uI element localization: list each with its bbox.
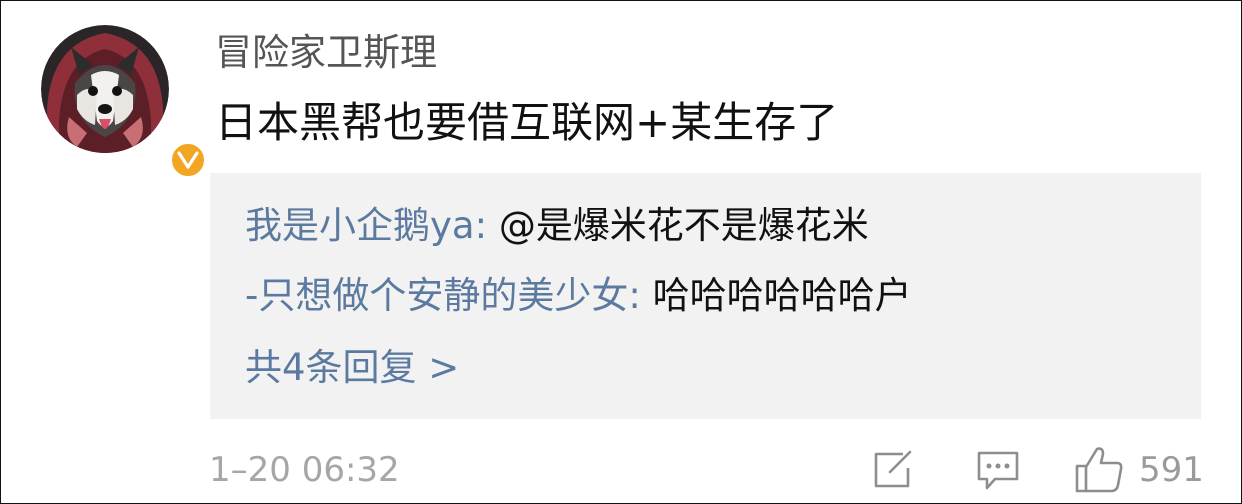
comment-text: 日本黑帮也要借互联网+某生存了 [215,98,839,147]
verified-badge-icon [169,141,207,179]
comment-card: 冒险家卫斯理 日本黑帮也要借互联网+某生存了 我是小企鹅ya: @是爆米花不是爆… [0,0,1242,504]
share-button[interactable] [869,443,917,497]
avatar[interactable] [41,25,169,153]
comment-button[interactable] [973,443,1023,497]
reply-preview-box[interactable]: 我是小企鹅ya: @是爆米花不是爆花米 -只想做个安静的美少女: 哈哈哈哈哈哈户… [210,173,1201,419]
thumbs-up-icon [1075,447,1123,493]
username[interactable]: 冒险家卫斯理 [215,29,437,77]
reply-content: @是爆米花不是爆花米 [498,204,869,247]
like-button[interactable]: 591 [1073,443,1204,497]
comment-timestamp: 1–20 06:32 [209,450,400,490]
reply-item[interactable]: -只想做个安静的美少女: 哈哈哈哈哈哈户 [245,271,912,321]
avatar-wrap[interactable] [41,25,207,179]
reply-content: 哈哈哈哈哈哈户 [652,274,912,317]
reply-author[interactable]: 我是小企鹅ya: [245,204,487,247]
reply-author[interactable]: -只想做个安静的美少女: [245,274,641,317]
share-edit-icon [874,450,912,488]
avatar-image [41,25,169,153]
reply-item[interactable]: 我是小企鹅ya: @是爆米花不是爆花米 [245,201,869,251]
like-count: 591 [1139,450,1204,490]
view-all-replies-link[interactable]: 共4条回复 > [245,343,459,393]
comment-bubble-icon [977,451,1019,490]
